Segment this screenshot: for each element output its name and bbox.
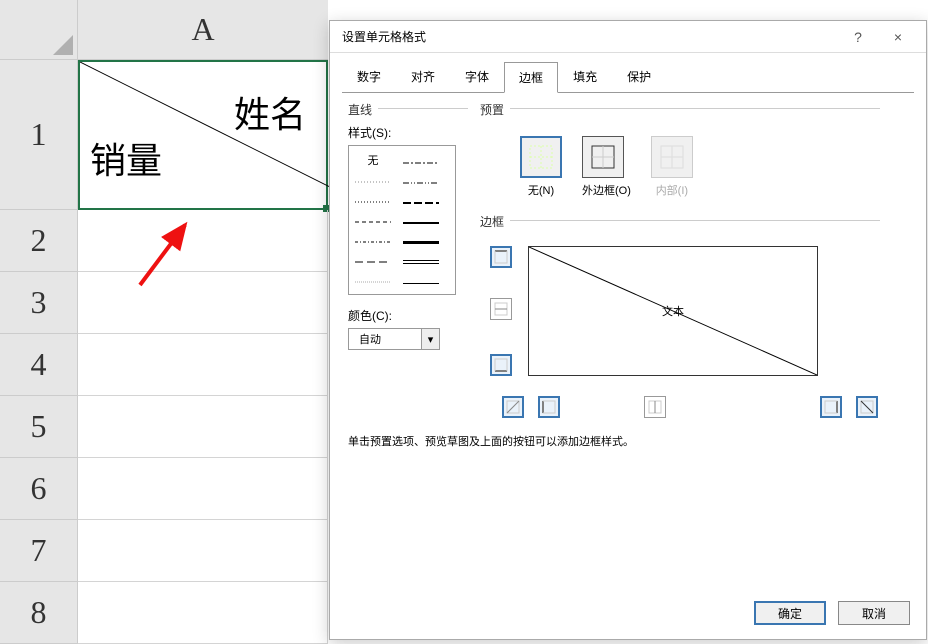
style-thin[interactable] [403,273,439,287]
cancel-button[interactable]: 取消 [838,601,910,625]
style-none[interactable]: 无 [355,152,391,168]
preset-group: 预置 无(N) 外边框(O) 内部(I) [480,101,693,198]
color-dropdown[interactable]: 自动 ▾ [348,328,440,350]
style-medium-dash[interactable] [403,193,439,207]
column-header-A[interactable]: A [78,0,328,60]
diag-up-icon [506,400,520,414]
border-middle-horizontal-button[interactable] [490,298,512,320]
row-header-3[interactable]: 3 [0,272,78,334]
cell-A7[interactable] [78,520,328,582]
dialog-tabs: 数字 对齐 字体 边框 填充 保护 [330,53,926,92]
style-dotted[interactable] [355,174,391,186]
border-right-icon [824,400,838,414]
cell-A8[interactable] [78,582,328,644]
tab-fill[interactable]: 填充 [558,61,612,92]
close-button[interactable]: × [878,29,918,45]
row-header-2[interactable]: 2 [0,210,78,272]
style-long-dash[interactable] [355,254,391,266]
preset-none-icon [528,144,554,170]
style-medium[interactable] [403,213,439,227]
dialog-body: 直线 样式(S): 无 颜色(C): 自动 ▾ 预置 [330,93,926,113]
select-all-corner[interactable] [0,0,78,60]
style-dash-dot[interactable] [403,153,439,167]
hint-text: 单击预置选项、预览草图及上面的按钮可以添加边框样式。 [348,433,634,449]
cell-A1[interactable]: 姓名 销量 [78,60,328,210]
style-label: 样式(S): [348,124,478,141]
row-header-8[interactable]: 8 [0,582,78,644]
tab-alignment[interactable]: 对齐 [396,61,450,92]
diag-down-icon [860,400,874,414]
style-dashed[interactable] [355,214,391,226]
row-header-7[interactable]: 7 [0,520,78,582]
style-dash-dot-dot[interactable] [403,173,439,187]
preview-text: 文本 [662,303,684,319]
border-bottom-button[interactable] [490,354,512,376]
line-style-list[interactable]: 无 [348,145,456,295]
row-header-6[interactable]: 6 [0,458,78,520]
border-preview[interactable]: 文本 [528,246,818,376]
ok-button[interactable]: 确定 [754,601,826,625]
tab-protection[interactable]: 保护 [612,61,666,92]
dialog-title: 设置单元格格式 [338,28,838,45]
style-dotted2[interactable] [355,194,391,206]
style-thick[interactable] [403,233,439,247]
row-header-5[interactable]: 5 [0,396,78,458]
style-double[interactable] [403,253,439,267]
tab-font[interactable]: 字体 [450,61,504,92]
border-left-button[interactable] [538,396,560,418]
preset-outline[interactable]: 外边框(O) [582,136,631,198]
border-top-button[interactable] [490,246,512,268]
border-top-icon [494,250,508,264]
border-middle-vertical-button[interactable] [644,396,666,418]
help-button[interactable]: ? [838,29,878,45]
border-right-button[interactable] [820,396,842,418]
preset-outline-icon [590,144,616,170]
style-hair[interactable] [355,274,391,286]
preset-none[interactable]: 无(N) [520,136,562,198]
border-group: 边框 文本 [480,213,900,424]
tab-border[interactable]: 边框 [504,62,558,93]
border-bottom-icon [494,358,508,372]
border-left-icon [542,400,556,414]
color-value: 自动 [359,331,381,347]
cell-text-top: 姓名 [234,86,306,138]
style-dash-dot2[interactable] [355,234,391,246]
line-group: 直线 样式(S): 无 颜色(C): 自动 ▾ [348,101,478,350]
cell-A4[interactable] [78,334,328,396]
format-cells-dialog: 设置单元格格式 ? × 数字 对齐 字体 边框 填充 保护 直线 样式(S): … [329,20,927,640]
dialog-titlebar: 设置单元格格式 ? × [330,21,926,53]
preset-group-label: 预置 [480,101,693,118]
line-group-label: 直线 [348,101,478,118]
row-header-4[interactable]: 4 [0,334,78,396]
corner-triangle-icon [53,35,73,55]
preset-inside[interactable]: 内部(I) [651,136,693,198]
color-label: 颜色(C): [348,307,478,324]
cell-A5[interactable] [78,396,328,458]
border-diagonal-up-button[interactable] [502,396,524,418]
cell-text-bottom: 销量 [90,132,162,184]
preset-inside-icon [659,144,685,170]
tab-number[interactable]: 数字 [342,61,396,92]
border-diagonal-down-button[interactable] [856,396,878,418]
border-middle-h-icon [494,302,508,316]
spreadsheet: A 1 姓名 销量 2 3 4 5 6 7 8 [0,0,328,643]
row-header-1[interactable]: 1 [0,60,78,210]
cell-A2[interactable] [78,210,328,272]
border-group-label: 边框 [480,213,900,230]
border-middle-v-icon [648,400,662,414]
cell-A3[interactable] [78,272,328,334]
cell-A6[interactable] [78,458,328,520]
dialog-footer: 确定 取消 [754,601,910,625]
chevron-down-icon: ▾ [421,329,439,349]
